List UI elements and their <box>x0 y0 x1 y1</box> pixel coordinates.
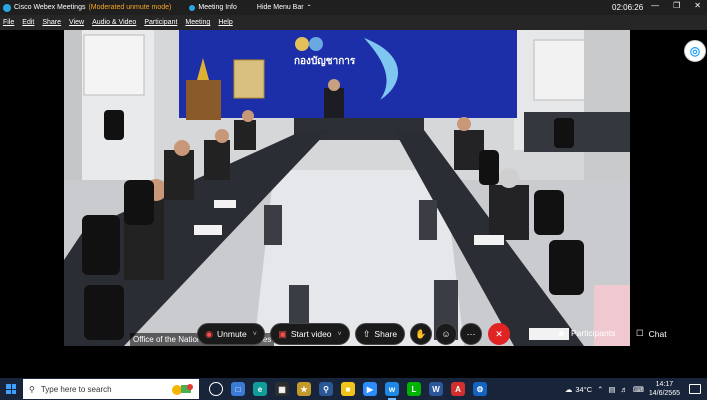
video-off-icon: ▣ <box>278 328 287 339</box>
chat-icon: ☐ <box>636 328 644 338</box>
mic-muted-icon: ◉ <box>205 328 213 339</box>
webex-assistant-icon[interactable]: ◎ <box>684 40 706 62</box>
app-title: Cisco Webex Meetings <box>14 4 86 11</box>
share-button[interactable]: ⇧ Share <box>355 323 405 345</box>
people-icon: ☻ <box>557 328 566 338</box>
leave-meeting-button[interactable]: ✕ <box>488 323 510 345</box>
active-speaker-video[interactable]: กองบัญชาการ Office of the National <box>64 30 630 346</box>
edge-icon[interactable]: e <box>253 382 267 396</box>
temperature: 34°C <box>575 384 593 394</box>
menu-bar: File Edit Share View Audio & Video Parti… <box>0 15 707 30</box>
window-controls: — ❐ ✕ <box>651 1 701 10</box>
chevron-up-icon[interactable]: ⌃ <box>597 385 603 394</box>
menu-meeting[interactable]: Meeting <box>185 19 210 26</box>
start-button[interactable] <box>0 378 22 400</box>
title-bar: Cisco Webex Meetings (Moderated unmute m… <box>0 0 707 15</box>
network-icon[interactable]: ▤ <box>608 385 615 394</box>
zoom-icon[interactable]: ▶ <box>363 382 377 396</box>
participants-button[interactable]: ☻ Participants <box>557 328 615 338</box>
reactions-button[interactable]: ☺ <box>435 323 457 345</box>
unmute-button[interactable]: ◉ Unmute ˅ <box>197 323 265 345</box>
search-placeholder: Type here to search <box>40 384 112 394</box>
search-highlight-icon <box>172 384 193 395</box>
start-video-button[interactable]: ▣ Start video ˅ <box>270 323 350 345</box>
hide-menu-bar-button[interactable]: Hide Menu Bar ⌃ <box>257 4 312 11</box>
unmute-label: Unmute <box>217 329 247 339</box>
date: 14/6/2565 <box>648 390 680 397</box>
search-icon: ⚲ <box>29 384 35 394</box>
windows-taskbar: ⚲ Type here to search □ e ▦ ★ ⚲ ■ ▶ w L … <box>0 378 707 400</box>
chat-label: Chat <box>648 328 667 339</box>
meeting-controls: ◉ Unmute ˅ ▣ Start video ˅ ⇧ Share ✋ ☺ ⋯… <box>0 322 707 346</box>
folder-icon[interactable]: ■ <box>341 382 355 396</box>
meeting-timer: 02:06:26 <box>612 3 644 12</box>
app-icon[interactable]: ★ <box>297 382 311 396</box>
settings-icon[interactable]: ⚙ <box>473 382 487 396</box>
taskbar-apps: □ e ▦ ★ ⚲ ■ ▶ w L W A ⚙ <box>209 382 487 400</box>
menu-edit[interactable]: Edit <box>22 19 34 26</box>
clock[interactable]: 14:17 14/6/2565 <box>649 380 680 398</box>
close-icon: ✕ <box>495 328 503 339</box>
webex-icon[interactable]: w <box>385 382 399 400</box>
meeting-info-label: Meeting Info <box>198 4 237 11</box>
task-view-icon[interactable] <box>209 382 223 396</box>
more-icon: ⋯ <box>466 328 476 339</box>
start-video-label: Start video <box>290 329 332 339</box>
windows-logo-icon <box>6 384 16 394</box>
cloud-icon: ☁ <box>564 384 573 394</box>
restore-icon[interactable]: ❐ <box>673 1 680 10</box>
menu-file[interactable]: File <box>3 19 14 26</box>
taskbar-search[interactable]: ⚲ Type here to search <box>23 379 199 399</box>
app-icon[interactable]: ⚲ <box>319 382 333 396</box>
more-options-button[interactable]: ⋯ <box>460 323 482 345</box>
participants-label: Participants <box>570 328 616 338</box>
smiley-icon: ☺ <box>441 329 451 339</box>
meeting-info-button[interactable]: Meeting Info <box>189 4 237 11</box>
weather-widget[interactable]: ☁ 34°C <box>565 385 592 394</box>
share-label: Share <box>374 329 398 339</box>
hand-icon: ✋ <box>415 328 427 339</box>
notifications-icon[interactable] <box>689 384 701 394</box>
menu-help[interactable]: Help <box>218 19 232 26</box>
chat-button[interactable]: ☐ Chat <box>636 328 667 339</box>
share-icon: ⇧ <box>362 328 371 339</box>
backdrop-text: กองบัญชาการ <box>294 55 356 67</box>
meeting-mode-label: (Moderated unmute mode) <box>88 4 172 11</box>
line-icon[interactable]: L <box>407 382 421 396</box>
chevron-down-icon[interactable]: ˅ <box>253 331 257 338</box>
raise-hand-button[interactable]: ✋ <box>410 323 432 345</box>
chevron-up-icon: ⌃ <box>306 5 312 11</box>
hide-menu-bar-label: Hide Menu Bar <box>256 4 304 11</box>
chevron-down-icon[interactable]: ˅ <box>338 331 342 338</box>
volume-icon[interactable]: ♬ <box>621 385 629 394</box>
menu-share[interactable]: Share <box>42 19 61 26</box>
menu-audio-video[interactable]: Audio & Video <box>92 19 136 26</box>
time: 14:17 <box>655 381 674 388</box>
system-tray: ☁ 34°C ⌃ ▤ ♬ ⌨ 14:17 14/6/2565 <box>565 378 707 400</box>
store-icon[interactable]: ▦ <box>275 382 289 396</box>
acrobat-icon[interactable]: A <box>451 382 465 396</box>
menu-view[interactable]: View <box>69 19 84 26</box>
language-indicator-icon[interactable]: ⌨ <box>633 385 644 394</box>
word-icon[interactable]: W <box>429 382 443 396</box>
close-icon[interactable]: ✕ <box>694 1 701 10</box>
file-explorer-icon[interactable]: □ <box>231 382 245 396</box>
info-icon <box>189 4 196 11</box>
menu-participant[interactable]: Participant <box>144 19 177 26</box>
minimize-icon[interactable]: — <box>651 1 659 10</box>
webex-logo-icon <box>3 3 11 12</box>
conference-room-scene: กองบัญชาการ <box>64 30 630 346</box>
